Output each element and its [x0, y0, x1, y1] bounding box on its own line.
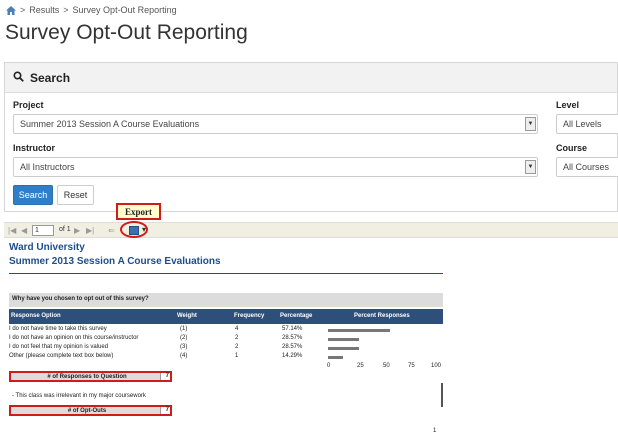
responses-count-box: # of Responses to Question 7: [9, 371, 172, 382]
breadcrumb-separator: >: [63, 5, 69, 15]
chevron-down-icon[interactable]: ▼: [525, 117, 536, 131]
breadcrumb-current: Survey Opt-Out Reporting: [72, 5, 177, 15]
course-label: Course: [556, 143, 588, 153]
axis-tick-label: 100: [431, 363, 442, 369]
optouts-count-label: # of Opt-Outs: [67, 408, 107, 414]
search-button[interactable]: Search: [13, 185, 53, 205]
page-count: of 1: [59, 226, 71, 233]
optouts-count-value: 7: [160, 407, 170, 414]
page-title: Survey Opt-Out Reporting: [5, 21, 248, 44]
axis-tick-label: 0: [327, 363, 331, 369]
table-row: I do not feel that my opinion is valued …: [9, 344, 443, 353]
search-panel-header: Search: [5, 63, 617, 93]
percent-bar: [328, 356, 344, 359]
table-header: Response Option Weight Frequency Percent…: [9, 309, 443, 324]
response-frequency: 4: [235, 326, 239, 332]
table-row: I do not have an opinion on this course/…: [9, 335, 443, 344]
last-page-icon[interactable]: ▶|: [86, 226, 94, 235]
export-callout: Export: [116, 203, 161, 220]
question-text: Why have you chosen to opt out of this s…: [9, 293, 443, 307]
response-frequency: 2: [235, 335, 239, 341]
report-page-number: 1: [433, 428, 437, 434]
table-row: I do not have time to take this survey (…: [9, 326, 443, 335]
report-divider: [9, 273, 443, 274]
course-select[interactable]: All Courses: [556, 157, 618, 177]
level-select[interactable]: All Levels: [556, 114, 618, 134]
search-panel: Search Project Summer 2013 Session A Cou…: [4, 62, 618, 212]
column-header: Response Option: [11, 313, 61, 319]
reset-button[interactable]: Reset: [57, 185, 94, 205]
instructor-select[interactable]: All Instructors ▼: [13, 157, 538, 177]
comment-text: - This class was irrelevant in my major …: [12, 393, 146, 399]
column-header: Frequency: [234, 313, 265, 319]
course-select-value: All Courses: [563, 162, 610, 172]
project-select-value: Summer 2013 Session A Course Evaluations: [20, 119, 200, 129]
axis-tick-label: 50: [383, 363, 390, 369]
axis-tick-label: 75: [408, 363, 415, 369]
column-header: Percent Responses: [354, 313, 410, 319]
report-toolbar: |◀ ◀ 1 of 1 ▶ ▶| ⇐ ▾: [4, 222, 618, 238]
response-option: I do not have an opinion on this course/…: [9, 335, 139, 341]
optouts-count-box: # of Opt-Outs 7: [9, 405, 172, 416]
level-select-value: All Levels: [563, 119, 602, 129]
report-organization: Ward University: [9, 242, 85, 253]
previous-page-icon[interactable]: ◀: [21, 226, 27, 235]
instructor-select-value: All Instructors: [20, 162, 75, 172]
response-frequency: 2: [235, 344, 239, 350]
project-select[interactable]: Summer 2013 Session A Course Evaluations…: [13, 114, 538, 134]
column-header: Weight: [177, 313, 197, 319]
response-weight: (4): [180, 353, 188, 359]
response-frequency: 1: [235, 353, 239, 359]
percent-bar: [328, 347, 359, 350]
response-option: Other (please complete text box below): [9, 353, 114, 359]
response-percentage: 57.14%: [282, 326, 303, 332]
response-percentage: 28.57%: [282, 335, 303, 341]
export-highlight-ring: [120, 221, 148, 238]
response-weight: (2): [180, 335, 188, 341]
response-weight: (1): [180, 326, 188, 332]
breadcrumb-results-link[interactable]: Results: [29, 5, 59, 15]
breadcrumb: > Results > Survey Opt-Out Reporting: [6, 5, 177, 15]
page-number-input[interactable]: 1: [32, 225, 54, 236]
response-percentage: 14.29%: [282, 353, 303, 359]
percent-bar: [328, 329, 390, 332]
response-percentage: 28.57%: [282, 344, 303, 350]
search-icon: [13, 70, 24, 85]
report-project-name: Summer 2013 Session A Course Evaluations: [9, 256, 221, 267]
column-header: Percentage: [280, 313, 313, 319]
project-label: Project: [13, 100, 44, 110]
chevron-down-icon[interactable]: ▼: [525, 160, 536, 174]
first-page-icon[interactable]: |◀: [8, 226, 16, 235]
response-weight: (3): [180, 344, 188, 350]
response-option: I do not have time to take this survey: [9, 326, 107, 332]
home-icon[interactable]: [6, 5, 16, 15]
search-heading: Search: [30, 70, 71, 85]
axis-tick-label: 25: [357, 363, 364, 369]
back-icon[interactable]: ⇐: [108, 226, 115, 235]
breadcrumb-separator: >: [20, 5, 26, 15]
level-label: Level: [556, 100, 580, 110]
responses-count-label: # of Responses to Question: [47, 374, 127, 380]
percent-bar: [328, 338, 359, 341]
next-page-icon[interactable]: ▶: [74, 226, 80, 235]
responses-count-value: 7: [160, 373, 170, 380]
divider-line: [441, 383, 443, 407]
response-option: I do not feel that my opinion is valued: [9, 344, 109, 350]
instructor-label: Instructor: [13, 143, 56, 153]
table-row: Other (please complete text box below) (…: [9, 353, 443, 362]
